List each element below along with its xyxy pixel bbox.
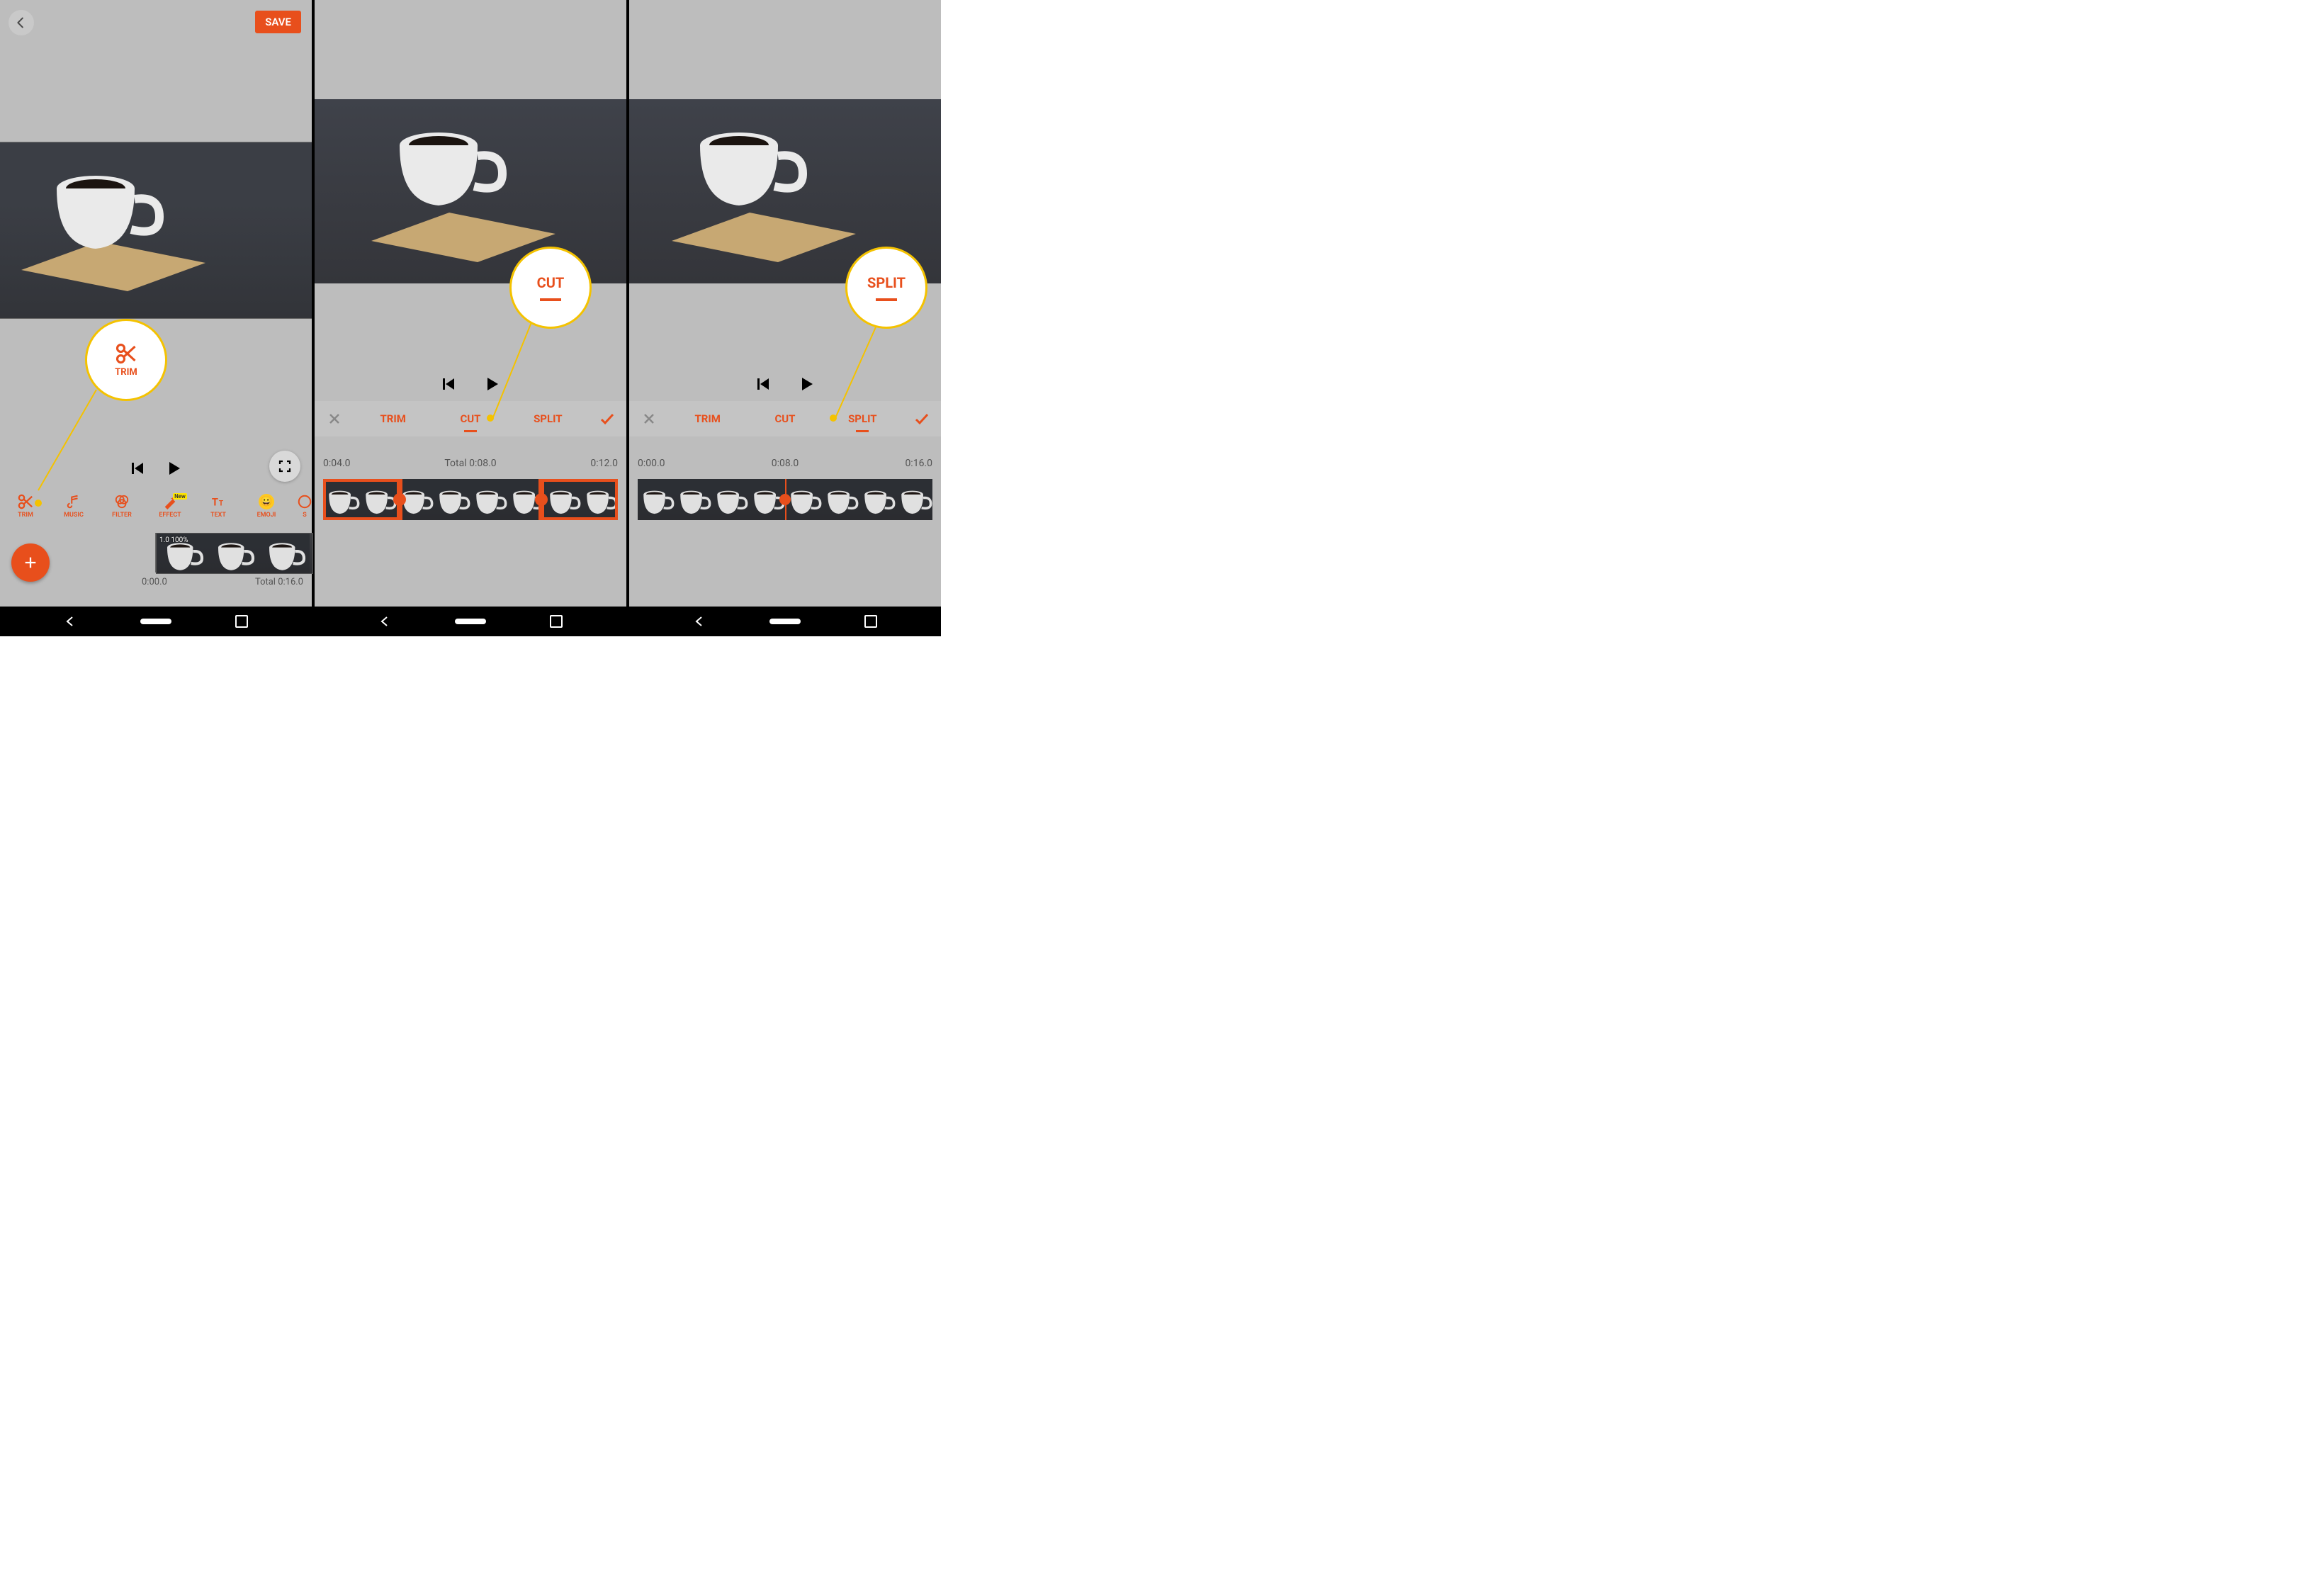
nav-back-icon[interactable] — [693, 615, 706, 628]
emoji-icon: 😀 — [259, 494, 274, 509]
trim-time-labels: 0:04.0 Total 0:08.0 0:12.0 — [323, 458, 618, 469]
callout-label: TRIM — [115, 367, 137, 378]
trim-time-labels: 0:00.0 0:08.0 0:16.0 — [638, 458, 932, 469]
android-nav-bar — [629, 607, 941, 636]
callout-trim: TRIM — [85, 319, 167, 401]
timeline-time-labels: 0:00.0 Total 0:16.0 — [142, 577, 303, 587]
nav-back-icon[interactable] — [64, 615, 77, 628]
callout-label: CUT — [537, 274, 565, 291]
nav-recents-icon[interactable] — [550, 615, 563, 628]
video-preview[interactable] — [315, 99, 626, 283]
save-button[interactable]: SAVE — [255, 11, 301, 33]
playback-controls — [315, 368, 626, 400]
svg-text:T: T — [219, 500, 224, 507]
underline-icon — [540, 298, 561, 301]
trim-time-right: 0:12.0 — [590, 458, 618, 469]
back-button[interactable] — [9, 10, 34, 35]
play-button[interactable] — [485, 376, 500, 392]
play-button[interactable] — [167, 461, 182, 476]
trim-timeline[interactable] — [323, 479, 618, 520]
nav-home-pill[interactable] — [455, 619, 486, 624]
confirm-button[interactable] — [901, 411, 941, 427]
tool-trim[interactable]: TRIM — [1, 489, 50, 523]
new-badge: New — [173, 493, 187, 500]
tab-cut[interactable]: CUT — [431, 412, 509, 425]
trim-handle-right-knob[interactable] — [535, 493, 548, 506]
cancel-button[interactable] — [315, 412, 354, 426]
nav-recents-icon[interactable] — [864, 615, 877, 628]
tool-effect[interactable]: New EFFECT — [146, 489, 194, 523]
trim-handle-left-knob[interactable] — [393, 493, 406, 506]
timeline[interactable]: 1.0 100% 0:00.0 Total 0:16.0 — [0, 533, 312, 595]
play-button[interactable] — [799, 376, 815, 392]
callout-label: SPLIT — [867, 274, 906, 291]
trim-tab-bar: TRIM CUT SPLIT — [315, 401, 626, 436]
screen-editor-main: SAVE TRIM MUSIC FILTER — [0, 0, 315, 636]
tool-label: S — [303, 512, 307, 519]
split-handle-knob[interactable] — [779, 494, 791, 505]
tool-emoji[interactable]: 😀 EMOJI — [242, 489, 290, 523]
trim-time-right: 0:16.0 — [905, 458, 932, 469]
callout-split: SPLIT — [845, 247, 927, 329]
top-bar: SAVE — [0, 0, 312, 44]
tab-trim[interactable]: TRIM — [669, 412, 746, 425]
cancel-button[interactable] — [629, 412, 669, 426]
android-nav-bar — [0, 607, 312, 636]
trim-time-mid: 0:08.0 — [772, 458, 799, 469]
trim-time-left: 0:04.0 — [323, 458, 351, 469]
callout-cut: CUT — [509, 247, 592, 329]
nav-home-pill[interactable] — [140, 619, 171, 624]
tool-filter[interactable]: FILTER — [98, 489, 146, 523]
prev-frame-button[interactable] — [755, 376, 771, 392]
tool-label: EMOJI — [257, 512, 276, 519]
nav-back-icon[interactable] — [378, 615, 391, 628]
tab-cut[interactable]: CUT — [746, 412, 823, 425]
timeline-total-time: Total 0:16.0 — [255, 577, 303, 587]
playback-controls — [629, 368, 941, 400]
prev-frame-button[interactable] — [130, 461, 145, 476]
tool-label: TEXT — [210, 512, 226, 519]
tab-trim[interactable]: TRIM — [354, 412, 431, 425]
prev-frame-button[interactable] — [441, 376, 456, 392]
trim-time-left: 0:00.0 — [638, 458, 665, 469]
tool-label: EFFECT — [159, 512, 181, 519]
svg-text:T: T — [212, 495, 218, 508]
tool-text[interactable]: TT TEXT — [194, 489, 242, 523]
screen-trim-cut: TRIM CUT SPLIT 0:04.0 Total 0:08.0 0:12.… — [315, 0, 629, 636]
tool-row: TRIM MUSIC FILTER New EFFECT TT TEXT 😀 — [0, 489, 312, 523]
callout-leader-dot — [830, 415, 837, 422]
tool-music[interactable]: MUSIC — [50, 489, 98, 523]
playback-controls — [0, 453, 312, 483]
trim-timeline[interactable] — [638, 479, 932, 520]
timeline-start-time: 0:00.0 — [142, 577, 167, 587]
add-clip-button[interactable] — [11, 543, 50, 582]
callout-leader-dot — [35, 500, 42, 507]
fullscreen-button[interactable] — [269, 451, 300, 482]
screen-trim-split: TRIM CUT SPLIT 0:00.0 0:08.0 0:16.0 — [629, 0, 941, 636]
nav-home-pill[interactable] — [769, 619, 801, 624]
android-nav-bar — [315, 607, 626, 636]
trim-tab-bar: TRIM CUT SPLIT — [629, 401, 941, 436]
video-preview[interactable] — [0, 142, 312, 319]
tool-label: TRIM — [18, 512, 33, 519]
trim-time-total: Total 0:08.0 — [444, 458, 496, 469]
callout-leader-dot — [487, 415, 494, 422]
confirm-button[interactable] — [587, 411, 626, 427]
tab-split[interactable]: SPLIT — [509, 412, 587, 425]
scissors-icon — [115, 343, 137, 364]
tool-label: MUSIC — [64, 512, 84, 519]
tool-label: FILTER — [112, 512, 132, 519]
clip-scale-label: 1.0 100% — [159, 536, 188, 544]
nav-recents-icon[interactable] — [235, 615, 248, 628]
timeline-clip[interactable]: 1.0 100% — [156, 533, 313, 574]
underline-icon — [876, 298, 897, 301]
